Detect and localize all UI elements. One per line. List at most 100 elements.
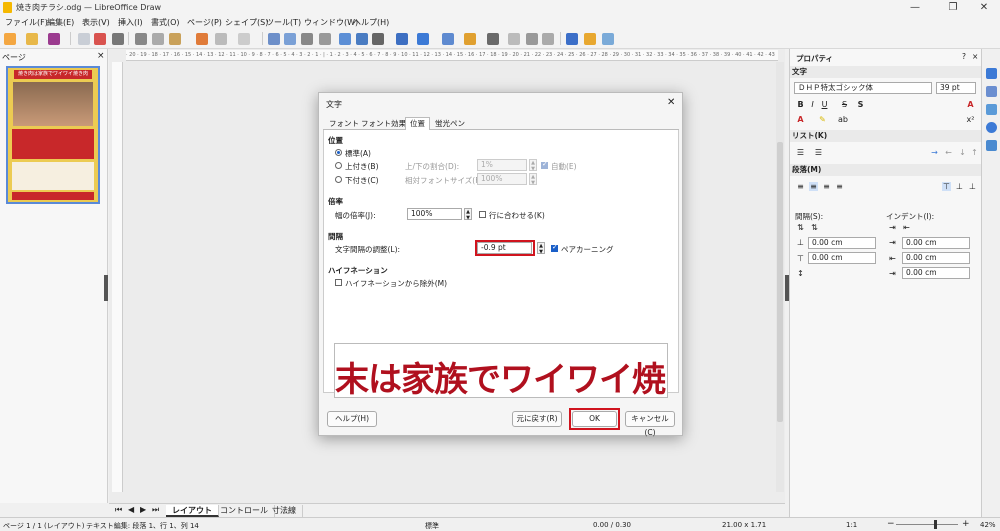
tab-layout[interactable]: レイアウト xyxy=(166,505,219,517)
tab-dimension-lines[interactable]: 寸法線 xyxy=(266,505,303,517)
open-icon[interactable] xyxy=(26,33,38,45)
close-icon[interactable]: ✕ xyxy=(667,97,675,108)
textbox-icon[interactable] xyxy=(356,33,368,45)
first-line-indent-field[interactable]: 0.00 cm xyxy=(902,267,970,279)
align-left-icon[interactable]: ≡ xyxy=(796,182,805,191)
tab-position[interactable]: 位置 xyxy=(405,117,430,131)
prev-tab-icon[interactable]: ◀ xyxy=(128,505,134,514)
page-thumbnail[interactable]: 焼き肉は家族でワイワイ焼き肉 xyxy=(6,66,100,204)
copy-icon[interactable] xyxy=(152,33,164,45)
styles-deck-icon[interactable] xyxy=(986,86,997,97)
export-icon[interactable] xyxy=(78,33,90,45)
decrease-indent-icon[interactable]: ⇤ xyxy=(902,223,911,232)
close-icon[interactable]: × xyxy=(97,51,105,61)
menu-help[interactable]: ヘルプ(H) xyxy=(353,17,389,28)
crop-icon[interactable] xyxy=(508,33,520,45)
draw-function-icon[interactable] xyxy=(584,33,596,45)
section-paragraph[interactable]: 段落(M) xyxy=(790,164,982,176)
relative-font-size-field[interactable]: 100% xyxy=(477,173,527,185)
print-icon[interactable] xyxy=(112,33,124,45)
underline-icon[interactable]: U xyxy=(820,100,829,109)
status-zoom[interactable]: 42% xyxy=(980,521,996,529)
reset-button[interactable]: 元に戻す(R) xyxy=(512,411,562,427)
justify-icon[interactable]: ≡ xyxy=(835,182,844,191)
align-top-icon[interactable]: ⊤ xyxy=(942,182,951,191)
no-hyphenation-label[interactable]: ハイフネーションから除外(M) xyxy=(345,278,447,289)
filter-icon[interactable] xyxy=(526,33,538,45)
font-effects-icon[interactable]: ab xyxy=(838,115,848,124)
last-tab-icon[interactable]: ⏭ xyxy=(152,505,159,515)
shapes-deck-icon[interactable] xyxy=(986,140,997,151)
subscript-radio[interactable] xyxy=(335,176,342,183)
relative-font-size-spin[interactable]: ▲ ▼ xyxy=(529,173,537,186)
3d-objects-icon[interactable] xyxy=(602,33,614,45)
gallery-deck-icon[interactable] xyxy=(986,104,997,115)
font-size-combo[interactable]: 39 pt xyxy=(936,82,976,94)
grow-font-icon[interactable]: A xyxy=(966,100,975,109)
increase-indent-icon[interactable]: ⇥ xyxy=(888,223,897,232)
close-icon[interactable]: × xyxy=(972,52,978,61)
menu-page[interactable]: ページ(P) xyxy=(187,17,222,28)
outdent-icon[interactable]: ← xyxy=(944,148,953,157)
move-down-icon[interactable]: ↓ xyxy=(958,148,967,157)
above-spacing-field[interactable]: 0.00 cm xyxy=(808,237,876,249)
left-pane-splitter[interactable] xyxy=(104,275,108,301)
line-spacing-icon[interactable]: ↕ xyxy=(796,269,805,278)
arrange-icon[interactable] xyxy=(464,33,476,45)
tab-font-effects[interactable]: フォント効果 xyxy=(357,118,410,130)
raise-lower-spin[interactable]: ▲ ▼ xyxy=(529,159,537,172)
character-spacing-spin[interactable]: ▲ ▼ xyxy=(537,242,545,255)
vertical-scrollbar[interactable] xyxy=(776,62,784,492)
pair-kerning-label[interactable]: ペアカーニング xyxy=(561,244,614,255)
menu-tools[interactable]: ツール(T) xyxy=(266,17,301,28)
italic-icon[interactable]: I xyxy=(808,100,817,109)
tab-highlighting[interactable]: 蛍光ペン xyxy=(431,118,469,130)
font-color-icon[interactable]: A xyxy=(796,115,805,124)
no-hyphenation-checkbox[interactable] xyxy=(335,279,342,286)
below-spacing-field[interactable]: 0.00 cm xyxy=(808,252,876,264)
align-icon[interactable] xyxy=(442,33,454,45)
snap-icon[interactable] xyxy=(301,33,313,45)
next-tab-icon[interactable]: ▶ xyxy=(140,505,146,514)
export-pdf-icon[interactable] xyxy=(94,33,106,45)
numbering-icon[interactable]: ☰ xyxy=(814,148,823,157)
normal-radio[interactable] xyxy=(335,149,342,156)
align-middle-icon[interactable]: ⊥ xyxy=(955,182,964,191)
menu-view[interactable]: 表示(V) xyxy=(82,17,110,28)
new-icon[interactable] xyxy=(4,33,16,45)
strikethrough-icon[interactable]: S xyxy=(840,100,849,109)
bold-icon[interactable]: B xyxy=(796,100,805,109)
menu-window[interactable]: ウィンドウ(W) xyxy=(304,17,358,28)
close-window-button[interactable]: ✕ xyxy=(969,1,999,14)
align-right-icon[interactable]: ≡ xyxy=(822,182,831,191)
minimize-button[interactable]: — xyxy=(900,1,930,14)
highlight-color-icon[interactable]: ✎ xyxy=(818,115,827,124)
superscript-icon[interactable]: x² xyxy=(966,115,975,124)
zoom-in-icon[interactable]: + xyxy=(962,519,970,529)
redo-icon[interactable] xyxy=(238,33,250,45)
align-center-icon[interactable]: ≡ xyxy=(809,182,818,191)
fontwork-icon[interactable] xyxy=(396,33,408,45)
properties-deck-icon[interactable] xyxy=(986,68,997,79)
section-list[interactable]: リスト(K) xyxy=(790,130,982,142)
section-character[interactable]: 文字 xyxy=(790,66,982,78)
undo-icon[interactable] xyxy=(215,33,227,45)
line-icon[interactable] xyxy=(566,33,578,45)
navigator-deck-icon[interactable] xyxy=(986,122,997,133)
superscript-radio-label[interactable]: 上付き(B) xyxy=(345,161,379,172)
before-text-indent-field[interactable]: 0.00 cm xyxy=(902,237,970,249)
zoom-out-icon[interactable]: − xyxy=(887,519,895,529)
auto-checkbox[interactable] xyxy=(541,160,548,169)
scrollbar-thumb[interactable] xyxy=(777,142,783,422)
shadow-text-icon[interactable]: S xyxy=(856,100,865,109)
image-icon[interactable] xyxy=(339,33,351,45)
paste-icon[interactable] xyxy=(169,33,181,45)
menu-format[interactable]: 書式(O) xyxy=(151,17,180,28)
paragraph-spacing-decrease-icon[interactable]: ⇅ xyxy=(810,223,819,232)
save-icon[interactable] xyxy=(48,33,60,45)
indent-icon[interactable]: → xyxy=(930,148,939,157)
raise-lower-field[interactable]: 1% xyxy=(477,159,527,171)
menu-file[interactable]: ファイル(F) xyxy=(5,17,48,28)
menu-shape[interactable]: シェイプ(S) xyxy=(225,17,268,28)
after-text-indent-field[interactable]: 0.00 cm xyxy=(902,252,970,264)
